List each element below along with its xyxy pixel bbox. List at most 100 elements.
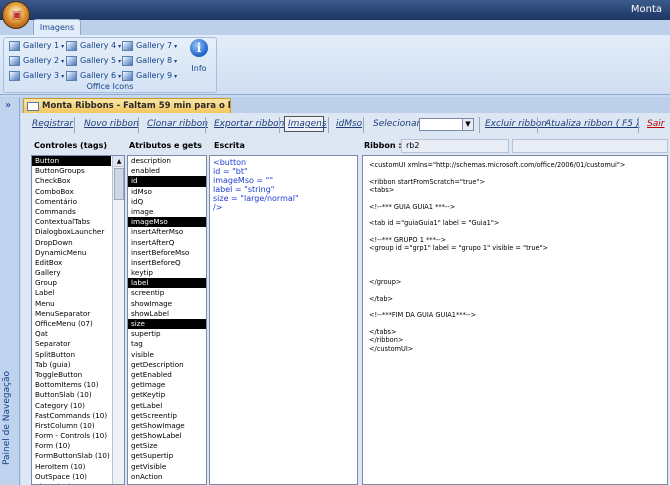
ribbon-extra-field[interactable] xyxy=(512,139,668,153)
list-item[interactable]: showLabel xyxy=(128,309,206,319)
list-item[interactable]: Label xyxy=(32,288,111,298)
gallery-button[interactable]: Gallery 4 ▾ xyxy=(64,39,121,53)
list-item[interactable]: keytip xyxy=(128,268,206,278)
atributos-listbox[interactable]: description enabled id idMso idQ image imageMs… xyxy=(127,155,207,485)
list-item[interactable]: Category (10) xyxy=(32,401,111,411)
controles-listbox[interactable]: ▲ Button ButtonGroups CheckBox ComboBox Come… xyxy=(31,155,125,485)
list-item[interactable]: Form (10) xyxy=(32,441,111,451)
list-item[interactable]: FormButtonSlab (10) xyxy=(32,451,111,461)
gallery-button[interactable]: Gallery 1 ▾ xyxy=(7,39,64,53)
list-item[interactable]: Menu xyxy=(32,299,111,309)
gallery-button[interactable]: Gallery 2 ▾ xyxy=(7,54,64,68)
gallery-button[interactable]: Gallery 7 ▾ xyxy=(120,39,177,53)
gallery-button-label: Gallery 5 xyxy=(80,56,117,65)
list-item[interactable]: getScreentip xyxy=(128,411,206,421)
escrita-textbox[interactable]: <button id = "bt" imageMso = "" label = … xyxy=(209,155,358,485)
list-item[interactable]: getEnabled xyxy=(128,370,206,380)
list-item[interactable]: enabled xyxy=(128,166,206,176)
list-item[interactable]: ButtonSlab (10) xyxy=(32,390,111,400)
gallery-button-label: Gallery 1 xyxy=(23,41,60,50)
selecionar-dropdown[interactable]: ▼ xyxy=(419,118,474,131)
list-item[interactable]: id xyxy=(128,176,206,187)
gallery-button-label: Gallery 6 xyxy=(80,71,117,80)
idmso-button[interactable]: idMso xyxy=(336,119,362,129)
gallery-button[interactable]: Gallery 5 ▾ xyxy=(64,54,121,68)
list-item[interactable]: getShowImage xyxy=(128,421,206,431)
list-item[interactable]: DropDown xyxy=(32,238,111,248)
tab-imagens[interactable]: Imagens xyxy=(33,19,81,36)
list-item[interactable]: Tab (guia) xyxy=(32,360,111,370)
info-button[interactable]: i Info xyxy=(185,39,213,77)
ribbon-xml-textbox[interactable]: <customUI xmlns="http://schemas.microsof… xyxy=(362,155,668,485)
controles-scrollbar[interactable]: ▲ xyxy=(112,156,124,484)
sair-button[interactable]: Sair xyxy=(647,119,664,129)
list-item[interactable]: ComboBox xyxy=(32,187,111,197)
list-item[interactable]: imageMso xyxy=(128,217,206,228)
list-item[interactable]: description xyxy=(128,156,206,166)
exportar-ribbon-button[interactable]: Exportar ribbon xyxy=(214,119,284,129)
ribbon-name-field[interactable]: rb2 xyxy=(401,139,509,153)
list-item[interactable]: screentip xyxy=(128,288,206,298)
list-item[interactable]: FirstColumn (10) xyxy=(32,421,111,431)
list-item[interactable]: insertAfterMso xyxy=(128,227,206,237)
list-item[interactable]: getShowLabel xyxy=(128,431,206,441)
list-item[interactable]: onAction xyxy=(128,472,206,482)
list-item[interactable]: DialogboxLauncher xyxy=(32,227,111,237)
scroll-thumb[interactable] xyxy=(114,168,124,200)
list-item[interactable]: supertip xyxy=(128,329,206,339)
list-item[interactable]: showImage xyxy=(128,299,206,309)
list-item[interactable]: getVisible xyxy=(128,462,206,472)
list-item[interactable]: EditBox xyxy=(32,258,111,268)
list-item[interactable]: idQ xyxy=(128,197,206,207)
list-item[interactable]: idMso xyxy=(128,187,206,197)
gallery-button[interactable]: Gallery 8 ▾ xyxy=(120,54,177,68)
list-item[interactable]: Commands xyxy=(32,207,111,217)
gallery-button[interactable]: Gallery 6 ▾ xyxy=(64,69,121,83)
list-item[interactable]: Button xyxy=(32,156,111,167)
list-item[interactable]: FastCommands (10) xyxy=(32,411,111,421)
list-item[interactable]: visible xyxy=(128,350,206,360)
list-item[interactable]: Gallery xyxy=(32,268,111,278)
list-item[interactable]: Separator xyxy=(32,339,111,349)
list-item[interactable]: ContextualTabs xyxy=(32,217,111,227)
list-item[interactable]: OfficeMenu (07) xyxy=(32,319,111,329)
scroll-up-icon[interactable]: ▲ xyxy=(113,156,124,167)
list-item[interactable]: getDescription xyxy=(128,360,206,370)
expand-chevron-icon[interactable]: » xyxy=(5,100,11,111)
document-tab[interactable]: Monta Ribbons - Faltam 59 min para o blo… xyxy=(23,98,231,114)
list-item[interactable]: Form - Controls (10) xyxy=(32,431,111,441)
list-item[interactable]: ButtonGroups xyxy=(32,166,111,176)
list-item[interactable]: DynamicMenu xyxy=(32,248,111,258)
imagens-button[interactable]: Imagens xyxy=(288,119,327,129)
list-item[interactable]: Qat xyxy=(32,329,111,339)
list-item[interactable]: getSize xyxy=(128,441,206,451)
dropdown-arrow-icon[interactable]: ▼ xyxy=(462,119,473,130)
list-item[interactable]: getLabel xyxy=(128,401,206,411)
list-item[interactable]: BottomItems (10) xyxy=(32,380,111,390)
list-item[interactable]: getKeytip xyxy=(128,390,206,400)
list-item[interactable]: Group xyxy=(32,278,111,288)
gallery-button[interactable]: Gallery 9 ▾ xyxy=(120,69,177,83)
list-item[interactable]: image xyxy=(128,207,206,217)
list-item[interactable]: getImage xyxy=(128,380,206,390)
atualiza-ribbon-button[interactable]: Atualiza ribbon ( F5 ) xyxy=(545,119,639,129)
list-item[interactable]: insertBeforeMso xyxy=(128,248,206,258)
registrar-button[interactable]: Registrar xyxy=(32,119,73,129)
office-button[interactable]: ▣ xyxy=(2,1,30,29)
list-item[interactable]: SplitButton xyxy=(32,350,111,360)
list-item[interactable]: tag xyxy=(128,339,206,349)
list-item[interactable]: OutSpace (10) xyxy=(32,472,111,482)
gallery-button[interactable]: Gallery 3 ▾ xyxy=(7,69,64,83)
clonar-ribbon-button[interactable]: Clonar ribbon xyxy=(147,119,208,129)
list-item[interactable]: ToggleButton xyxy=(32,370,111,380)
list-item[interactable]: CheckBox xyxy=(32,176,111,186)
list-item[interactable]: label xyxy=(128,278,206,289)
list-item[interactable]: Comentário xyxy=(32,197,111,207)
list-item[interactable]: MenuSeparator xyxy=(32,309,111,319)
list-item[interactable]: size xyxy=(128,319,206,330)
list-item[interactable]: insertAfterQ xyxy=(128,238,206,248)
list-item[interactable]: HeroItem (10) xyxy=(32,462,111,472)
list-item[interactable]: getSupertip xyxy=(128,451,206,461)
list-item[interactable]: insertBeforeQ xyxy=(128,258,206,268)
novo-ribbon-button[interactable]: Novo ribbon xyxy=(84,119,139,129)
